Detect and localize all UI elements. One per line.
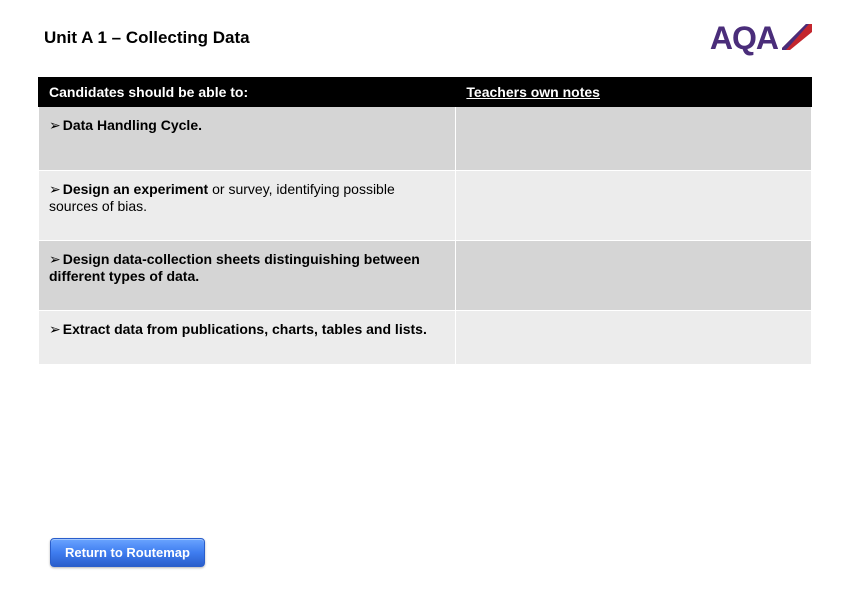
header-left: Candidates should be able to: <box>39 78 456 107</box>
footer: Return to Routemap <box>50 538 205 567</box>
bullet-icon <box>49 117 63 133</box>
content-table: Candidates should be able to: Teachers o… <box>38 77 812 365</box>
row-text-bold: Extract data from publications, charts, … <box>63 321 427 337</box>
table-row: Extract data from publications, charts, … <box>39 311 812 365</box>
candidate-cell: Extract data from publications, charts, … <box>39 311 456 365</box>
candidate-cell: Design an experiment or survey, identify… <box>39 171 456 241</box>
notes-cell[interactable] <box>456 171 812 241</box>
page: Unit A 1 – Collecting Data AQA Candidate… <box>0 0 842 595</box>
page-title: Unit A 1 – Collecting Data <box>38 28 250 48</box>
bullet-icon <box>49 181 63 197</box>
notes-cell[interactable] <box>456 241 812 311</box>
logo-icon <box>782 20 812 50</box>
candidate-cell: Design data-collection sheets distinguis… <box>39 241 456 311</box>
notes-cell[interactable] <box>456 107 812 171</box>
table-row: Design data-collection sheets distinguis… <box>39 241 812 311</box>
bullet-icon <box>49 251 63 267</box>
bullet-icon <box>49 321 63 337</box>
header: Unit A 1 – Collecting Data AQA <box>38 28 812 57</box>
return-to-routemap-button[interactable]: Return to Routemap <box>50 538 205 567</box>
table-row: Data Handling Cycle. <box>39 107 812 171</box>
row-text-bold: Design an experiment <box>63 181 209 197</box>
row-text-bold: Data Handling Cycle. <box>63 117 202 133</box>
table-header-row: Candidates should be able to: Teachers o… <box>39 78 812 107</box>
table-row: Design an experiment or survey, identify… <box>39 171 812 241</box>
row-text-bold: Design data-collection sheets distinguis… <box>49 251 420 284</box>
candidate-cell: Data Handling Cycle. <box>39 107 456 171</box>
logo-text: AQA <box>710 20 778 57</box>
header-right: Teachers own notes <box>456 78 812 107</box>
aqa-logo: AQA <box>710 20 812 57</box>
notes-cell[interactable] <box>456 311 812 365</box>
